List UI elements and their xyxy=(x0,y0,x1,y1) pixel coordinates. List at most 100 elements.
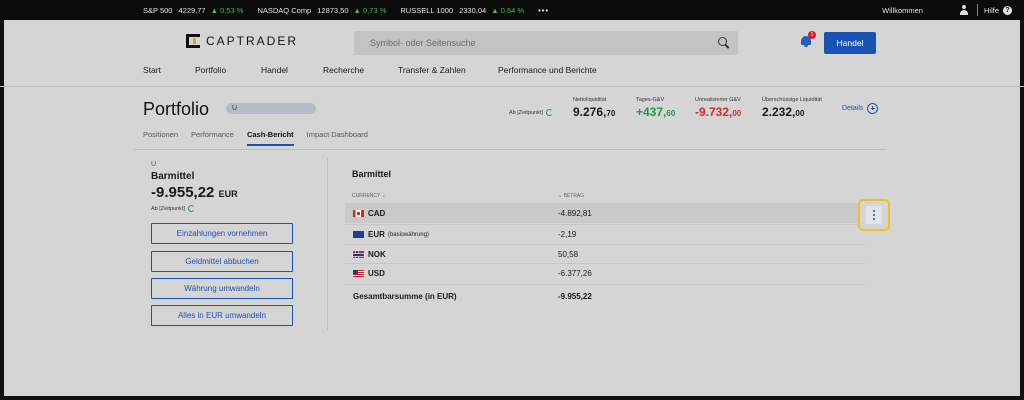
search-icon[interactable] xyxy=(718,37,730,49)
cash-as-of-text: Ab [Zeitpunkt] xyxy=(151,205,185,212)
metric-value-decimals: 00 xyxy=(795,109,805,118)
details-label: Details xyxy=(842,105,864,112)
ticker-item[interactable]: S&P 500 4229,77 ▲ 0,53 % xyxy=(143,6,243,15)
search-input[interactable] xyxy=(354,38,718,48)
tab-impact-dashboard[interactable]: Impact Dashboard xyxy=(307,130,368,139)
nav-item-handel[interactable]: Handel xyxy=(261,65,323,75)
logo-text: CAPTRADER xyxy=(206,34,299,48)
tab-performance[interactable]: Performance xyxy=(191,130,234,139)
refresh-icon[interactable] xyxy=(187,205,195,212)
metric-value: -9.732,00 xyxy=(695,105,741,119)
help-icon[interactable]: ? xyxy=(1003,5,1012,15)
notification-bell-icon[interactable]: 1 xyxy=(800,31,816,48)
column-header-currency-label: CURRENCY xyxy=(352,193,381,199)
window-frame-bottom xyxy=(0,396,1024,400)
metric-value: 2.232,00 xyxy=(762,105,822,119)
amount-cell: 50,58 xyxy=(558,250,579,259)
ticker-change: ▲ 0,53 % xyxy=(210,5,244,15)
currency-cell: USD xyxy=(353,269,385,278)
table-row[interactable]: NOK 50,58 xyxy=(345,245,865,264)
metric-value-decimals: 70 xyxy=(606,109,616,118)
window-frame-left xyxy=(0,0,4,400)
page-title: Portfolio xyxy=(143,99,210,119)
ticker-value: 2330,04 xyxy=(459,5,487,15)
ca-flag-icon xyxy=(353,210,364,217)
us-flag-icon xyxy=(353,270,364,277)
header-divider xyxy=(0,86,1024,87)
metric-value-main: -9.732, xyxy=(695,105,733,119)
metric-daily-pnl: Tages-G&V +437,60 xyxy=(636,97,675,119)
cash-account-id: U xyxy=(151,161,157,168)
nav-item-recherche[interactable]: Recherche xyxy=(323,65,398,75)
deposit-button[interactable]: Einzahlungen vornehmen xyxy=(151,223,293,244)
tabs-divider xyxy=(134,149,886,150)
nav-item-performance[interactable]: Performance und Berichte xyxy=(498,65,597,75)
eu-flag-icon xyxy=(353,231,364,238)
base-currency-note: (basiswährung) xyxy=(387,231,429,238)
as-of-label: Ab [Zeitpunkt] xyxy=(509,109,553,116)
currency-code: CAD xyxy=(368,209,386,218)
ticker-right-group: Willkommen Hilfe ? xyxy=(882,0,1012,20)
currency-code: USD xyxy=(368,269,385,278)
nav-item-start[interactable]: Start xyxy=(143,65,195,75)
ticker-name: RUSSELL 1000 xyxy=(400,5,454,15)
ticker-name: S&P 500 xyxy=(143,5,173,15)
metric-value-main: 2.232, xyxy=(762,105,796,119)
ticker-name: NASDAQ Comp xyxy=(257,5,312,15)
trade-button[interactable]: Handel xyxy=(824,32,876,54)
column-header-amount[interactable]: ⌄ BETRAG xyxy=(558,193,584,199)
user-icon[interactable] xyxy=(959,5,969,15)
logo-mark-icon xyxy=(186,34,200,48)
ticker-more-icon[interactable]: ••• xyxy=(538,6,549,15)
refresh-icon[interactable] xyxy=(545,109,553,116)
no-flag-icon xyxy=(353,251,364,258)
welcome-text: Willkommen xyxy=(882,5,923,15)
ticker-value: 12873,50 xyxy=(317,5,349,15)
portfolio-tabs: Positionen Performance Cash-Bericht Impa… xyxy=(143,130,381,146)
tab-cash-bericht[interactable]: Cash-Bericht xyxy=(246,130,294,146)
metric-value-main: +437, xyxy=(636,105,667,119)
total-amount: -9.955,22 xyxy=(558,292,592,301)
convert-all-eur-button[interactable]: Alles in EUR umwandeln xyxy=(151,305,293,326)
total-label: Gesamtbarsumme (in EUR) xyxy=(353,292,457,301)
details-button[interactable]: Details xyxy=(842,103,879,114)
amount-cell: -2,19 xyxy=(558,230,577,239)
metric-label: Nettoliquidität xyxy=(573,97,607,103)
bell-clapper xyxy=(804,45,808,47)
window-frame-right xyxy=(1020,0,1024,400)
tab-positionen[interactable]: Positionen xyxy=(143,130,178,139)
table-row[interactable]: EUR (basiswährung) -2,19 xyxy=(345,225,865,244)
amount-cell: -6.377,26 xyxy=(558,269,592,278)
table-row[interactable]: CAD -4.892,81 xyxy=(345,204,865,223)
cash-table-title: Barmittel xyxy=(352,169,392,179)
kebab-menu-icon xyxy=(866,206,882,224)
metric-net-liquidity: Nettoliquidität 9.276,70 xyxy=(573,97,615,119)
cash-amount-value: -9.955,22 xyxy=(151,184,215,201)
table-row[interactable]: USD -6.377,26 xyxy=(345,264,865,283)
metric-excess-liquidity: Überschüssige Liquidität 2.232,00 xyxy=(762,97,822,119)
currency-cell: EUR (basiswährung) xyxy=(353,230,429,239)
help-link[interactable]: Hilfe xyxy=(984,6,999,15)
metric-value-decimals: 00 xyxy=(732,109,742,118)
as-of-text: Ab [Zeitpunkt] xyxy=(509,109,543,116)
convert-currency-button[interactable]: Währung umwandeln xyxy=(151,278,293,299)
currency-cell: NOK xyxy=(353,250,386,259)
withdraw-button[interactable]: Geldmittel abbuchen xyxy=(151,251,293,272)
captrader-logo[interactable]: CAPTRADER xyxy=(186,34,298,48)
ticker-item[interactable]: NASDAQ Comp 12873,50 ▲ 0,73 % xyxy=(257,6,386,15)
main-navigation: Start Portfolio Handel Recherche Transfe… xyxy=(143,65,597,75)
ticker-item[interactable]: RUSSELL 1000 2330,04 ▲ 0,54 % xyxy=(400,6,524,15)
account-selector[interactable]: U xyxy=(226,103,316,114)
row-actions-menu-button[interactable] xyxy=(858,199,890,231)
nav-item-portfolio[interactable]: Portfolio xyxy=(195,65,261,75)
currency-code: NOK xyxy=(368,250,386,259)
search-bar[interactable] xyxy=(354,31,738,55)
ticker-change: ▲ 0,73 % xyxy=(353,5,387,15)
sort-icon: ⌄ xyxy=(381,193,386,199)
nav-item-transfer[interactable]: Transfer & Zahlen xyxy=(398,65,498,75)
ticker-change: ▲ 0,54 % xyxy=(491,5,525,15)
metric-value: 9.276,70 xyxy=(573,105,615,119)
market-ticker-bar: S&P 500 4229,77 ▲ 0,53 % NASDAQ Comp 128… xyxy=(0,0,1024,20)
column-header-currency[interactable]: CURRENCY ⌄ xyxy=(352,193,386,199)
column-header-amount-label: BETRAG xyxy=(563,193,585,199)
